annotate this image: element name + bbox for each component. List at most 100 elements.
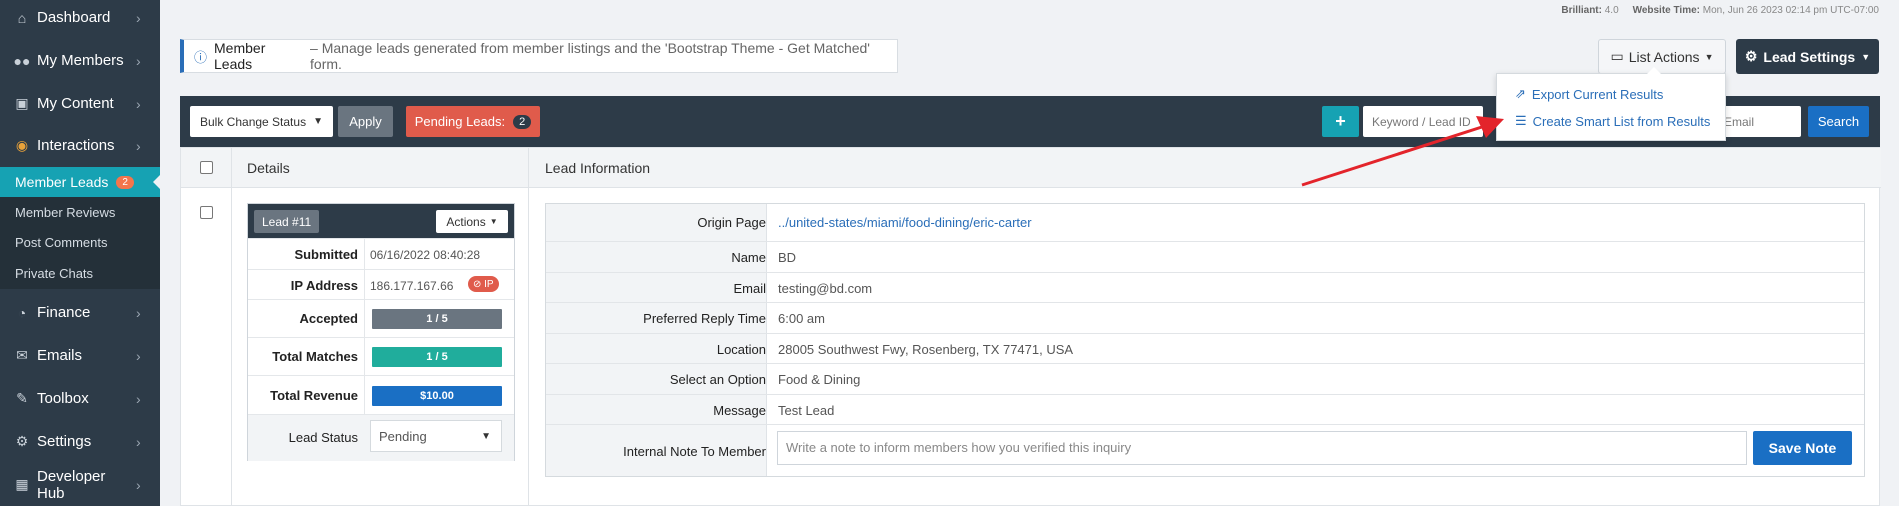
sidebar-subitem-member-leads[interactable]: Member Leads 2 <box>0 167 160 197</box>
info-icon: ⓘ <box>194 49 208 65</box>
export-current-results-item[interactable]: ⇗ Export Current Results <box>1515 86 1663 102</box>
lead-status-select[interactable]: Pending ▼ <box>370 420 502 452</box>
lead-field-label: Submitted <box>294 247 358 262</box>
pie-chart-icon: ◔ <box>17 304 27 321</box>
leads-table: Details Lead Information Lead #11 Action… <box>180 147 1881 506</box>
chevron-right-icon: › <box>136 304 141 321</box>
info-field-label: Preferred Reply Time <box>643 311 766 326</box>
chevron-right-icon: › <box>136 347 141 364</box>
lead-field-label: Total Revenue <box>270 388 358 403</box>
internal-note-textarea[interactable]: Write a note to inform members how you v… <box>777 431 1747 465</box>
sidebar-item-label: Interactions <box>37 137 115 154</box>
lead-status-value: Pending <box>379 428 427 444</box>
table-header: Details Lead Information <box>181 148 1881 188</box>
info-field-value: testing@bd.com <box>778 281 873 296</box>
lead-row-submitted: Submitted 06/16/2022 08:40:28 <box>248 238 514 269</box>
sidebar-subitem-private-chats[interactable]: Private Chats <box>0 257 160 289</box>
save-note-button[interactable]: Save Note <box>1753 431 1852 465</box>
bulk-change-status-select[interactable]: Bulk Change Status ▼ <box>190 106 333 137</box>
lead-settings-button[interactable]: ⚙ Lead Settings ▼ <box>1736 39 1879 74</box>
lead-row-total-revenue: Total Revenue $10.00 <box>248 375 514 414</box>
origin-page-link[interactable]: ../united-states/miami/food-dining/eric-… <box>778 215 1032 230</box>
row-select-checkbox[interactable] <box>200 206 213 219</box>
sidebar-item-label: Settings <box>37 433 92 450</box>
chevron-right-icon: › <box>136 390 141 407</box>
info-row-preferred-reply-time: Preferred Reply Time 6:00 am <box>546 302 1864 333</box>
site-meta: Brilliant: 4.0 Website Time: Mon, Jun 26… <box>1561 5 1879 16</box>
sidebar-subitem-post-comments[interactable]: Post Comments <box>0 227 160 257</box>
caret-down-icon: ▼ <box>489 217 498 226</box>
sidebar-item-interactions[interactable]: ◉ Interactions › <box>0 124 160 167</box>
info-field-value: Test Lead <box>778 403 835 418</box>
apply-button[interactable]: Apply <box>338 106 393 137</box>
list-actions-dropdown: ⇗ Export Current Results ☰ Create Smart … <box>1496 67 1726 141</box>
sidebar: ⌂ Dashboard › ●● My Members › ▣ My Conte… <box>0 0 160 506</box>
dashboard-icon: ⌂ <box>17 9 27 26</box>
info-field-value: 28005 Southwest Fwy, Rosenberg, TX 77471… <box>778 342 1074 357</box>
sidebar-item-label: Toolbox <box>37 390 89 407</box>
sidebar-item-settings[interactable]: ⚙ Settings › <box>0 420 160 463</box>
info-field-label: Email <box>733 281 766 296</box>
external-link-icon: ⇗ <box>1515 86 1526 101</box>
info-field-label: Internal Note To Member <box>623 444 766 459</box>
lead-card: Lead #11 Actions ▼ Submitted 06/16/2022 … <box>247 203 515 461</box>
accepted-pill: 1 / 5 <box>372 309 502 329</box>
info-row-select-an-option: Select an Option Food & Dining <box>546 363 1864 394</box>
sidebar-item-label: Emails <box>37 347 83 364</box>
create-smart-list-item[interactable]: ☰ Create Smart List from Results <box>1515 113 1710 129</box>
lead-actions-button[interactable]: Actions ▼ <box>436 210 508 233</box>
block-ip-button[interactable]: ⊘ IP <box>468 276 499 292</box>
lead-field-label: Lead Status <box>288 430 358 445</box>
search-button[interactable]: Search <box>1808 106 1869 137</box>
page-title: Member Leads <box>214 40 266 72</box>
sidebar-item-finance[interactable]: ◔ Finance › <box>0 291 160 334</box>
lead-field-label: Accepted <box>299 311 358 326</box>
chevron-right-icon: › <box>136 9 141 26</box>
info-field-value: 6:00 am <box>778 311 825 326</box>
brilliant-value: 4.0 <box>1604 5 1619 16</box>
total-matches-pill: 1 / 5 <box>372 347 502 367</box>
list-actions-button[interactable]: ▭ List Actions ▼ <box>1598 39 1726 74</box>
page-title-box: ⓘ Member Leads – Manage leads generated … <box>180 39 898 73</box>
annotation-arrow <box>1301 116 1504 187</box>
info-row-origin-page: Origin Page ../united-states/miami/food-… <box>546 204 1864 241</box>
sidebar-item-dashboard[interactable]: ⌂ Dashboard › <box>0 0 160 39</box>
chevron-right-icon: › <box>136 433 141 450</box>
count-badge: 2 <box>116 175 134 189</box>
brilliant-label: Brilliant: <box>1561 5 1602 16</box>
info-field-label: Name <box>731 250 766 265</box>
lead-field-value: 06/16/2022 08:40:28 <box>370 248 481 262</box>
content-icon: ▣ <box>15 95 29 111</box>
lead-field-label: IP Address <box>290 278 358 293</box>
lead-row-total-matches: Total Matches 1 / 5 <box>248 337 514 375</box>
chevron-right-icon: › <box>136 95 141 112</box>
select-all-checkbox[interactable] <box>200 161 213 174</box>
sidebar-subitem-member-reviews[interactable]: Member Reviews <box>0 197 160 227</box>
sidebar-item-emails[interactable]: ✉ Emails › <box>0 334 160 377</box>
lead-row-ip-address: IP Address 186.177.167.66 ⊘ IP <box>248 269 514 299</box>
sidebar-subitem-label: Post Comments <box>15 234 108 250</box>
sidebar-subitem-label: Member Reviews <box>15 204 116 220</box>
caret-down-icon: ▼ <box>1704 51 1714 62</box>
info-row-name: Name BD <box>546 241 1864 272</box>
pending-leads-label: Pending Leads: <box>414 114 506 129</box>
sidebar-item-my-content[interactable]: ▣ My Content › <box>0 82 160 125</box>
dropdown-caret <box>1647 67 1661 74</box>
bulk-select-value: Bulk Change Status <box>200 114 307 129</box>
pending-leads-button[interactable]: Pending Leads: 2 <box>406 106 540 137</box>
grid-icon: ▦ <box>15 476 29 492</box>
column-header-lead-information: Lead Information <box>545 160 651 176</box>
sidebar-item-my-members[interactable]: ●● My Members › <box>0 39 160 82</box>
website-time-value: Mon, Jun 26 2023 02:14 pm UTC-07:00 <box>1702 5 1879 16</box>
lead-row-accepted: Accepted 1 / 5 <box>248 299 514 337</box>
chevron-right-icon: › <box>136 476 141 493</box>
total-revenue-pill: $10.00 <box>372 386 502 406</box>
email-search-input[interactable]: Email <box>1720 106 1801 137</box>
caret-down-icon: ▼ <box>481 430 491 442</box>
lead-information-table: Origin Page ../united-states/miami/food-… <box>545 203 1865 477</box>
envelope-icon: ✉ <box>16 347 28 363</box>
sidebar-item-developer-hub[interactable]: ▦ Developer Hub › <box>0 463 160 506</box>
sidebar-item-toolbox[interactable]: ✎ Toolbox › <box>0 377 160 420</box>
gears-icon: ⚙ <box>1744 48 1758 64</box>
caret-down-icon: ▼ <box>1861 51 1871 62</box>
